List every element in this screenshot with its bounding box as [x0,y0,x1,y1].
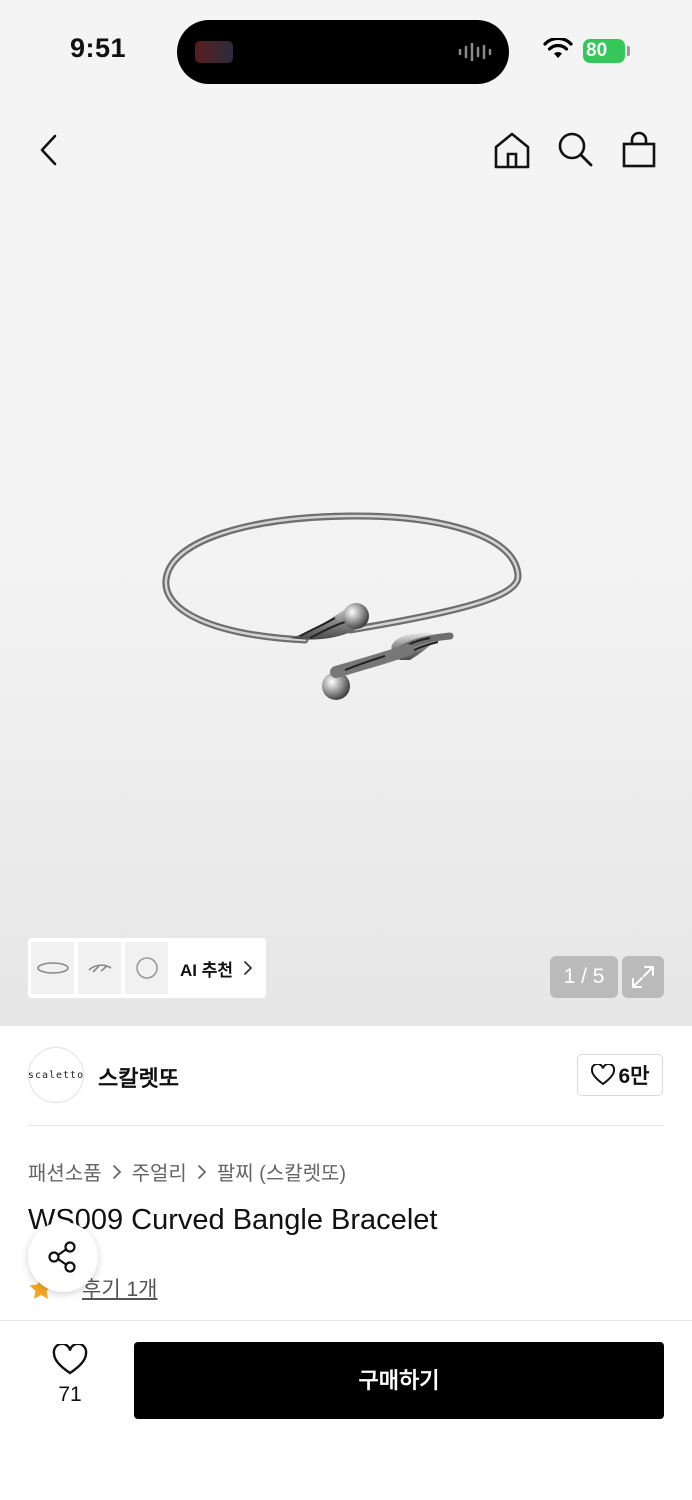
now-playing-thumbnail [195,41,233,63]
home-button[interactable] [489,127,535,173]
expand-icon [632,966,654,988]
chevron-right-icon [112,1164,122,1180]
review-link[interactable]: 후기 1개 [82,1273,157,1303]
breadcrumb-item-fashion-accessories[interactable]: 패션소품 [28,1157,102,1186]
brand-like-button[interactable]: 6만 [577,1054,663,1096]
thumbnail-3[interactable] [125,942,168,994]
status-time: 9:51 [70,33,127,63]
bracelet-thumbnail-icon [135,957,158,979]
chevron-left-icon [40,134,57,166]
fullscreen-button[interactable] [622,956,664,998]
share-button[interactable] [28,1222,98,1292]
brand-logo[interactable]: scaletto [28,1047,84,1103]
battery-indicator: 80 [583,39,625,63]
wishlist-button[interactable]: 71 [38,1342,102,1407]
shopping-bag-icon [622,131,656,168]
dynamic-island [177,20,509,84]
audio-wave-icon [458,42,492,62]
home-icon [494,132,530,169]
breadcrumb-item-jewelry[interactable]: 주얼리 [132,1157,187,1186]
back-button[interactable] [26,127,72,173]
thumbnail-1[interactable] [31,942,74,994]
bottom-bar-divider [0,1320,692,1321]
heart-icon [590,1064,615,1086]
chevron-right-icon [197,1164,207,1180]
divider [28,1125,664,1126]
brand-logo-text: scaletto [27,1069,85,1081]
search-icon [558,132,593,167]
product-title: WS009 Curved Bangle Bracelet [28,1204,438,1236]
wifi-icon [543,38,573,58]
thumbnail-strip[interactable]: AI 추천 [28,938,266,998]
battery-cap [627,46,630,56]
heart-icon [52,1342,88,1375]
brand-like-count: 6만 [618,1065,650,1088]
search-button[interactable] [552,127,598,173]
ai-recommend-label[interactable]: AI 추천 [180,956,233,981]
bracelet-thumbnail-icon [87,964,111,973]
product-image[interactable] [150,500,530,720]
bracelet-thumbnail-icon [36,962,69,974]
cart-button[interactable] [616,127,662,173]
share-icon [48,1241,76,1273]
wishlist-count: 71 [58,1383,82,1406]
chevron-right-icon [244,961,252,975]
breadcrumb-item-bracelet[interactable]: 팔찌 (스칼렛또) [217,1157,346,1186]
thumbnail-2[interactable] [78,942,121,994]
buy-button[interactable]: 구매하기 [134,1342,664,1419]
image-page-indicator: 1 / 5 [550,956,618,998]
breadcrumb: 패션소품 주얼리 팔찌 (스칼렛또) [28,1157,346,1186]
brand-name[interactable]: 스칼렛또 [98,1061,179,1093]
